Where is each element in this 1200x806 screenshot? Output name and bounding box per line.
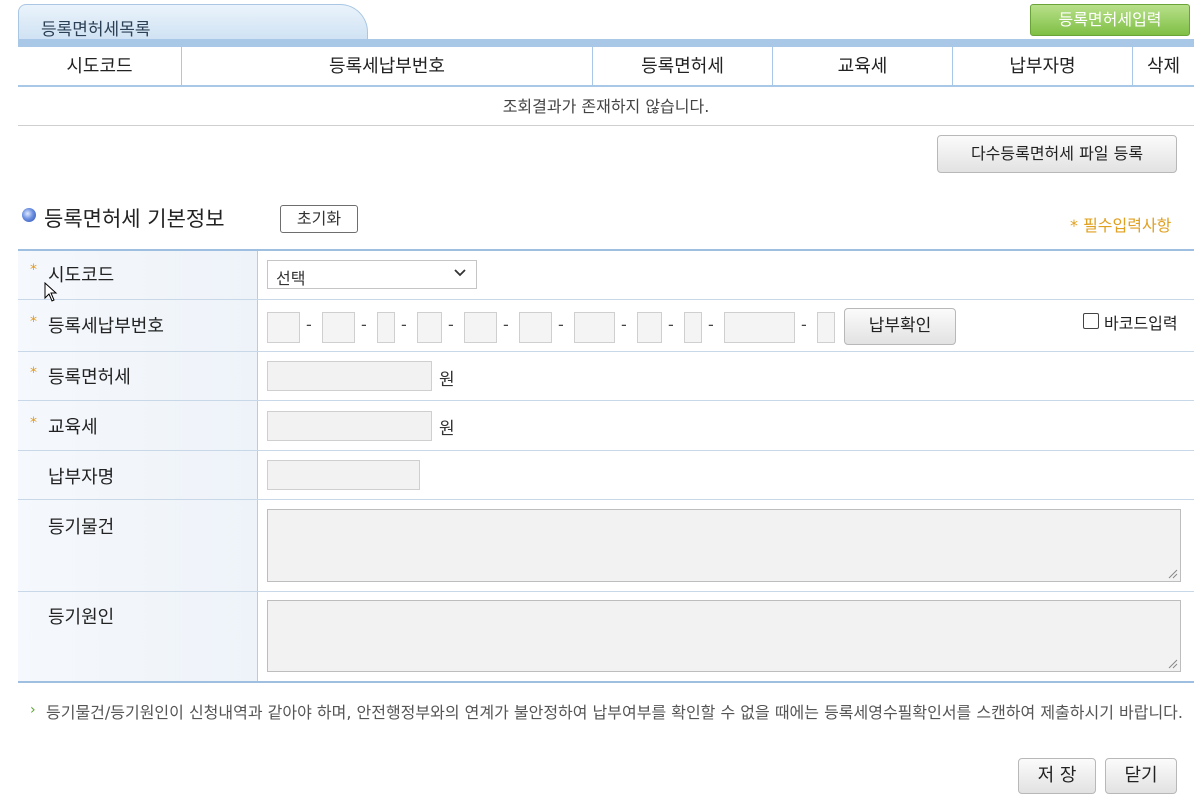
list-tab-title: 등록면허세목록 [18,4,368,40]
separator-dash: - [361,315,367,334]
separator-dash: - [503,315,509,334]
resize-grip-icon[interactable] [1168,659,1178,669]
label-edu-tax: 교육세 [48,417,98,438]
barcode-checkbox[interactable] [1083,313,1099,329]
pay-number-part-1[interactable] [267,312,300,343]
pay-number-part-6[interactable] [519,312,552,343]
edu-tax-unit: 원 [439,419,455,439]
column-header-pay-number: 등록세납부번호 [182,47,593,85]
required-star-icon: * [30,262,37,278]
section-bullet-icon [22,208,36,222]
chevron-down-icon [454,269,466,277]
required-star-icon: * [30,415,37,431]
pay-number-part-2[interactable] [322,312,355,343]
pay-number-part-10[interactable] [724,312,795,343]
payer-name-input[interactable] [267,460,420,490]
pay-number-part-8[interactable] [637,312,662,343]
form-bottom-border [18,681,1194,683]
separator-dash: - [558,315,564,334]
label-pay-number: 등록세납부번호 [48,316,164,337]
column-header-license-tax: 등록면허세 [593,47,773,85]
list-empty-message: 조회결과가 존재하지 않습니다. [18,89,1194,126]
list-table-header: 시도코드 등록세납부번호 등록면허세 교육세 납부자명 삭제 [18,47,1194,87]
close-button[interactable]: 닫기 [1105,758,1177,794]
row-divider [18,591,1194,592]
row-divider [18,450,1194,451]
pay-number-part-3[interactable] [377,312,395,343]
column-header-edu-tax: 교육세 [773,47,953,85]
notice-text: 등기물건/등기원인이 신청내역과 같아야 하며, 안전행정부와의 연계가 불안정… [46,703,1183,722]
notice-arrow-icon: › [30,702,36,718]
separator-dash: - [668,315,674,334]
mouse-cursor-icon [44,282,58,302]
required-note: * 필수입력사항 [1070,216,1172,235]
row-divider [18,400,1194,401]
pay-number-part-7[interactable] [574,312,615,343]
license-tax-input[interactable] [267,361,432,391]
separator-dash: - [401,315,407,334]
row-divider [18,351,1194,352]
row-divider [18,499,1194,500]
pay-confirm-button[interactable]: 납부확인 [844,308,956,345]
edu-tax-input[interactable] [267,411,432,441]
label-license-tax: 등록면허세 [48,367,131,388]
pay-number-part-11[interactable] [817,312,835,343]
label-payer-name: 납부자명 [48,467,115,488]
separator-dash: - [306,315,312,334]
sido-code-select[interactable]: 선택 [267,260,477,289]
add-license-tax-button[interactable]: 등록면허세입력 [1030,4,1190,36]
column-header-payer-name: 납부자명 [953,47,1133,85]
separator-dash: - [448,315,454,334]
barcode-checkbox-label: 바코드입력 [1104,314,1178,333]
sido-code-selected: 선택 [276,269,306,288]
column-header-sido-code: 시도코드 [18,47,182,85]
required-star-icon: * [30,365,37,381]
separator-dash: - [621,315,627,334]
registry-cause-textarea[interactable] [267,600,1181,672]
pay-number-part-4[interactable] [417,312,442,343]
label-registry-item: 등기물건 [48,517,115,538]
list-header-bar [18,39,1194,47]
label-registry-cause: 등기원인 [48,607,115,628]
license-tax-unit: 원 [439,370,455,390]
registry-item-textarea[interactable] [267,509,1181,582]
row-divider [18,299,1194,300]
pay-number-part-5[interactable] [464,312,497,343]
reset-button[interactable]: 초기화 [280,205,358,233]
separator-dash: - [708,315,714,334]
resize-grip-icon[interactable] [1168,569,1178,579]
column-header-delete: 삭제 [1146,56,1181,77]
multi-file-upload-button[interactable]: 다수등록면허세 파일 등록 [937,135,1177,173]
save-button[interactable]: 저 장 [1018,758,1096,794]
required-star-icon: * [30,314,37,330]
pay-number-part-9[interactable] [684,312,702,343]
separator-dash: - [801,315,807,334]
section-title: 등록면허세 기본정보 [44,207,225,231]
